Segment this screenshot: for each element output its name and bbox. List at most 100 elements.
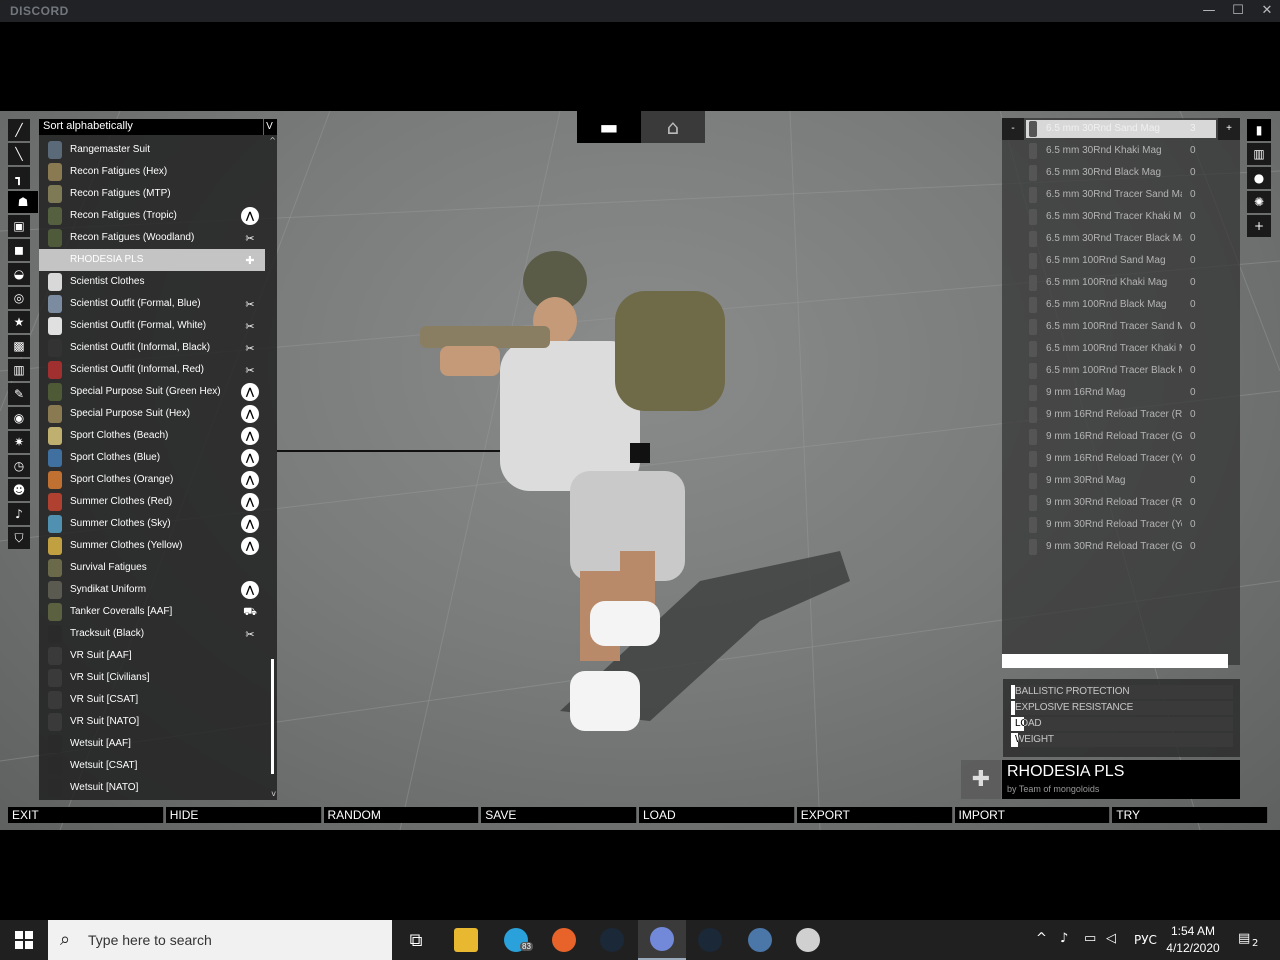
close-button[interactable]: ✕	[1252, 0, 1280, 22]
category-button[interactable]: ▣	[8, 215, 30, 237]
list-item[interactable]: Scientist Outfit (Informal, Red) ✂	[39, 359, 265, 381]
category-button[interactable]: ◒	[8, 263, 30, 285]
import-button[interactable]: IMPORT	[954, 807, 1111, 823]
list-item[interactable]: Recon Fatigues (MTP)	[39, 183, 265, 205]
exit-button[interactable]: EXIT	[8, 807, 164, 823]
export-button[interactable]: EXPORT	[796, 807, 953, 823]
list-item[interactable]: Sport Clothes (Orange) ⋀	[39, 469, 265, 491]
list-item[interactable]: Tracksuit (Black) ✂	[39, 623, 265, 645]
list-item[interactable]: Summer Clothes (Yellow) ⋀	[39, 535, 265, 557]
category-button[interactable]: ⛉	[8, 527, 30, 549]
category-button[interactable]: ╲	[8, 143, 30, 165]
category-button[interactable]: ▩	[8, 335, 30, 357]
magazine-row[interactable]: 9 mm 30Rnd Reload Tracer (Gre... 0	[1024, 536, 1214, 558]
list-item[interactable]: Summer Clothes (Red) ⋀	[39, 491, 265, 513]
category-button[interactable]: ╱	[8, 119, 30, 141]
magazine-row[interactable]: 6.5 mm 100Rnd Sand Mag 0	[1024, 250, 1214, 272]
right-category-button[interactable]: ●	[1247, 167, 1271, 189]
magazine-row[interactable]: 9 mm 16Rnd Reload Tracer (Red... 0	[1024, 404, 1214, 426]
remove-magazine-button[interactable]: -	[1002, 118, 1024, 140]
maximize-button[interactable]: ☐	[1223, 0, 1253, 22]
category-button[interactable]: ◉	[8, 407, 30, 429]
list-item[interactable]: Survival Fatigues	[39, 557, 265, 579]
magazine-row[interactable]: 6.5 mm 100Rnd Tracer Black Mag 0	[1024, 360, 1214, 382]
show-hidden-icons-icon[interactable]: ^	[1036, 931, 1047, 946]
magazine-row[interactable]: 9 mm 16Rnd Reload Tracer (Yell... 0	[1024, 448, 1214, 470]
category-button[interactable]: ★	[8, 311, 30, 333]
file-explorer-taskbar-button[interactable]	[442, 920, 490, 960]
load-button[interactable]: LOAD	[639, 807, 795, 823]
scroll-up-icon[interactable]: ^	[269, 136, 276, 145]
list-item[interactable]: Scientist Clothes	[39, 271, 265, 293]
magazine-row[interactable]: 6.5 mm 30Rnd Khaki Mag 0	[1024, 140, 1214, 162]
magazine-row[interactable]: 9 mm 30Rnd Mag 0	[1024, 470, 1214, 492]
list-item[interactable]: Special Purpose Suit (Hex) ⋀	[39, 403, 265, 425]
save-button[interactable]: SAVE	[481, 807, 637, 823]
start-button[interactable]	[0, 920, 48, 960]
category-button[interactable]: ✎	[8, 383, 30, 405]
category-button[interactable]: ┓	[8, 167, 30, 189]
magazine-row[interactable]: 6.5 mm 30Rnd Sand Mag 3	[1024, 118, 1214, 140]
steam-2-taskbar-button[interactable]	[686, 920, 734, 960]
list-item[interactable]: VR Suit [CSAT]	[39, 689, 265, 711]
list-item[interactable]: Sport Clothes (Beach) ⋀	[39, 425, 265, 447]
telegram-taskbar-button[interactable]: 83	[492, 920, 540, 960]
magazine-row[interactable]: 6.5 mm 100Rnd Tracer Khaki Mag 0	[1024, 338, 1214, 360]
discord-taskbar-button[interactable]	[638, 920, 686, 960]
category-button[interactable]: ♪	[8, 503, 30, 525]
list-item[interactable]: Wetsuit [NATO]	[39, 777, 265, 799]
fox-app-taskbar-button[interactable]	[784, 920, 832, 960]
list-item[interactable]: Summer Clothes (Sky) ⋀	[39, 513, 265, 535]
magazine-row[interactable]: 9 mm 30Rnd Reload Tracer (Red... 0	[1024, 492, 1214, 514]
right-category-button[interactable]: ▥	[1247, 143, 1271, 165]
list-item[interactable]: Scientist Outfit (Formal, White) ✂	[39, 315, 265, 337]
magazine-row[interactable]: 6.5 mm 100Rnd Tracer Sand Mag 0	[1024, 316, 1214, 338]
chevron-down-icon[interactable]: V	[263, 119, 275, 135]
list-item[interactable]: Sport Clothes (Blue) ⋀	[39, 447, 265, 469]
taskbar-search[interactable]: ⌕ Type here to search	[48, 920, 392, 960]
magazine-row[interactable]: 6.5 mm 30Rnd Black Mag 0	[1024, 162, 1214, 184]
scroll-down-icon[interactable]: v	[271, 789, 276, 798]
volume-icon[interactable]: ◁	[1106, 931, 1116, 946]
language-indicator[interactable]: РУС	[1134, 933, 1157, 947]
category-button[interactable]: ☗	[8, 191, 38, 213]
list-item[interactable]: Tanker Coveralls [AAF] ⛟	[39, 601, 265, 623]
firefox-taskbar-button[interactable]	[540, 920, 588, 960]
task-view-taskbar-button[interactable]: ⧉	[392, 920, 440, 960]
list-scrollbar[interactable]	[271, 659, 274, 774]
list-item[interactable]: VR Suit [Civilians]	[39, 667, 265, 689]
magazine-row[interactable]: 9 mm 16Rnd Mag 0	[1024, 382, 1214, 404]
list-item[interactable]: Syndikat Uniform ⋀	[39, 579, 265, 601]
category-button[interactable]: ☻	[8, 479, 30, 501]
category-button[interactable]: ◎	[8, 287, 30, 309]
magazine-row[interactable]: 9 mm 16Rnd Reload Tracer (Gre... 0	[1024, 426, 1214, 448]
right-category-button[interactable]: ✺	[1247, 191, 1271, 213]
taskbar-clock[interactable]: 1:54 AM 4/12/2020	[1158, 923, 1228, 957]
network-icon[interactable]: ▭	[1084, 931, 1096, 946]
right-category-button[interactable]: ▮	[1247, 119, 1271, 141]
list-item[interactable]: VR Suit [AAF]	[39, 645, 265, 667]
tab-storage[interactable]: ⌂	[641, 111, 705, 143]
list-item[interactable]: Recon Fatigues (Woodland) ✂	[39, 227, 265, 249]
list-item[interactable]: Rangemaster Suit	[39, 139, 265, 161]
magazine-row[interactable]: 6.5 mm 30Rnd Tracer Black Mag 0	[1024, 228, 1214, 250]
notification-center-icon[interactable]: ▤	[1238, 931, 1250, 946]
list-item[interactable]: VR Suit [NATO]	[39, 711, 265, 733]
category-button[interactable]: ✷	[8, 431, 30, 453]
list-item[interactable]: Wetsuit [AAF]	[39, 733, 265, 755]
try-button[interactable]: TRY	[1112, 807, 1268, 823]
vk-taskbar-button[interactable]	[736, 920, 784, 960]
magazine-row[interactable]: 6.5 mm 100Rnd Khaki Mag 0	[1024, 272, 1214, 294]
list-item[interactable]: Special Purpose Suit (Green Hex) ⋀	[39, 381, 265, 403]
right-category-button[interactable]: +	[1247, 215, 1271, 237]
magazine-row[interactable]: 6.5 mm 100Rnd Black Mag 0	[1024, 294, 1214, 316]
list-item[interactable]: RHODESIA PLS ✚	[39, 249, 265, 271]
list-item[interactable]: Wetsuit [CSAT]	[39, 755, 265, 777]
add-magazine-button[interactable]: +	[1218, 118, 1240, 140]
steam-taskbar-button[interactable]	[588, 920, 636, 960]
list-item[interactable]: Scientist Outfit (Informal, Black) ✂	[39, 337, 265, 359]
microphone-icon[interactable]: ♪	[1060, 931, 1068, 946]
random-button[interactable]: RANDOM	[323, 807, 480, 823]
list-item[interactable]: Recon Fatigues (Tropic) ⋀	[39, 205, 265, 227]
sort-dropdown[interactable]: Sort alphabetically V	[39, 119, 277, 135]
